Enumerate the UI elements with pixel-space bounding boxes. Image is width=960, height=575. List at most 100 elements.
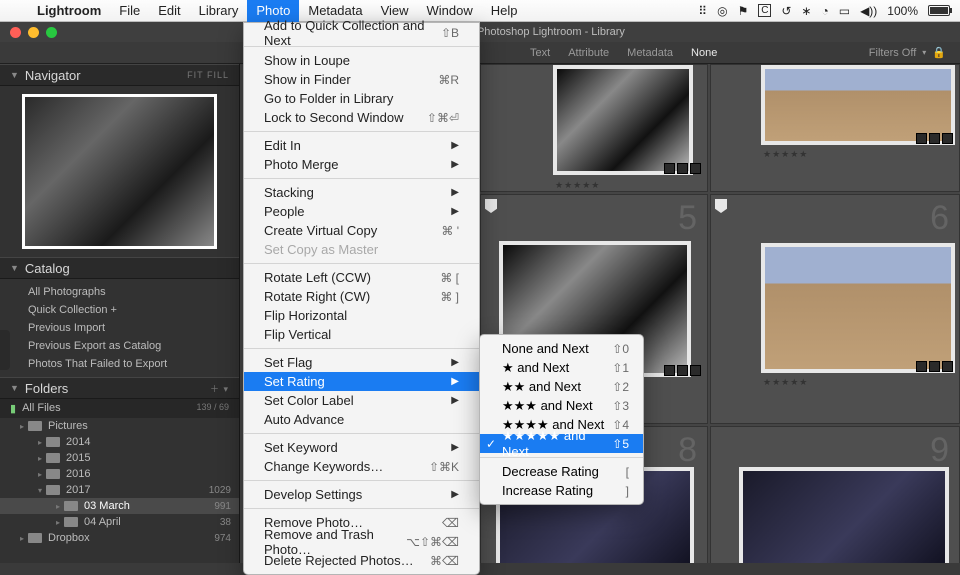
volume-all-files[interactable]: ▮ All Files 139 / 69 <box>0 399 239 418</box>
menu-item[interactable]: Rotate Left (CCW)⌘ [ <box>244 268 479 287</box>
grid-cell[interactable]: 9 <box>710 426 960 563</box>
submenu-item[interactable]: None and Next⇧0 <box>480 339 643 358</box>
menu-edit[interactable]: Edit <box>149 0 189 22</box>
app-name[interactable]: Lightroom <box>28 3 110 18</box>
battery-icon[interactable] <box>928 5 950 16</box>
disclosure-icon[interactable]: ▸ <box>38 454 42 463</box>
submenu-item[interactable]: ★★★★★ and Next⇧5 <box>480 434 643 453</box>
folder-row[interactable]: ▸03 March991 <box>0 498 239 514</box>
display-icon[interactable]: ▭ <box>839 4 850 18</box>
c-icon[interactable]: C <box>758 4 771 17</box>
disclosure-icon[interactable]: ▸ <box>20 534 24 543</box>
rating-stars[interactable]: ★★★★★ <box>763 149 808 160</box>
chevron-down-icon[interactable]: ▾ <box>922 48 926 57</box>
minimize-icon[interactable] <box>28 27 39 38</box>
menu-item[interactable]: Set Color Label▶ <box>244 391 479 410</box>
filters-off-label[interactable]: Filters Off <box>869 47 916 59</box>
rating-stars[interactable]: ★★★★★ <box>763 377 808 388</box>
menu-item[interactable]: Photo Merge▶ <box>244 155 479 174</box>
thumb-badges[interactable] <box>916 133 953 144</box>
menu-item[interactable]: Stacking▶ <box>244 183 479 202</box>
submenu-item[interactable]: ★★★ and Next⇧3 <box>480 396 643 415</box>
catalog-item[interactable]: Quick Collection + <box>0 301 239 319</box>
folder-row[interactable]: ▸2015 <box>0 450 239 466</box>
navigator-preview[interactable] <box>22 94 217 249</box>
disclosure-icon[interactable]: ▸ <box>38 438 42 447</box>
menu-item[interactable]: Create Virtual Copy⌘ ' <box>244 221 479 240</box>
menu-library[interactable]: Library <box>190 0 248 22</box>
filter-metadata[interactable]: Metadata <box>627 47 673 59</box>
submenu-item[interactable]: Increase Rating] <box>480 481 643 500</box>
menu-item[interactable]: Develop Settings▶ <box>244 485 479 504</box>
thumb-badges[interactable] <box>664 365 701 376</box>
menu-item[interactable]: Show in Loupe <box>244 51 479 70</box>
menu-item[interactable]: Lock to Second Window⇧⌘⏎ <box>244 108 479 127</box>
disclosure-icon[interactable]: ▸ <box>56 518 60 527</box>
flag-icon[interactable] <box>485 199 497 213</box>
menu-file[interactable]: File <box>110 0 149 22</box>
menu-item[interactable]: Flip Horizontal <box>244 306 479 325</box>
submenu-item[interactable]: ★ and Next⇧1 <box>480 358 643 377</box>
navigator-tools[interactable]: FIT FILL <box>187 70 229 80</box>
grid-cell[interactable]: ★★★★★ <box>710 64 960 192</box>
thumb-badges[interactable] <box>916 361 953 372</box>
menu-item[interactable]: Auto Advance <box>244 410 479 429</box>
submenu-item[interactable]: ★★ and Next⇧2 <box>480 377 643 396</box>
disclosure-icon[interactable]: ▸ <box>20 422 24 431</box>
catalog-item[interactable]: All Photographs <box>0 283 239 301</box>
menu-item[interactable]: Edit In▶ <box>244 136 479 155</box>
folder-row[interactable]: ▸Dropbox974 <box>0 530 239 546</box>
menu-help[interactable]: Help <box>482 0 527 22</box>
catalog-item[interactable]: Previous Import <box>0 319 239 337</box>
flag-icon[interactable] <box>715 199 727 213</box>
wifi-icon[interactable]: ◔ <box>821 4 828 18</box>
filter-attribute[interactable]: Attribute <box>568 47 609 59</box>
menu-item[interactable]: Set Rating▶ <box>244 372 479 391</box>
thumb-badges[interactable] <box>664 163 701 174</box>
folder-row[interactable]: ▾20171029 <box>0 482 239 498</box>
dropbox-icon[interactable]: ⠿ <box>698 4 707 18</box>
disclosure-icon[interactable]: ▾ <box>38 486 42 495</box>
folder-row[interactable]: ▸2016 <box>0 466 239 482</box>
filter-text[interactable]: Text <box>530 47 550 59</box>
thumbnail[interactable] <box>739 467 949 563</box>
menu-item[interactable]: Flip Vertical <box>244 325 479 344</box>
menu-item[interactable]: People▶ <box>244 202 479 221</box>
menu-item[interactable]: Add to Quick Collection and Next⇧B <box>244 23 479 42</box>
grid-cell[interactable]: ★★★★★ <box>480 64 708 192</box>
zoom-icon[interactable] <box>46 27 57 38</box>
thumbnail[interactable] <box>553 65 693 175</box>
navigator-panel-header[interactable]: ▼ Navigator FIT FILL <box>0 64 239 86</box>
menu-item[interactable]: Delete Rejected Photos…⌘⌫ <box>244 551 479 570</box>
catalog-panel-header[interactable]: ▼ Catalog <box>0 257 239 279</box>
disclosure-icon[interactable]: ▸ <box>38 470 42 479</box>
cc-icon[interactable]: ◎ <box>717 4 727 18</box>
close-icon[interactable] <box>10 27 21 38</box>
menu-item[interactable]: Go to Folder in Library <box>244 89 479 108</box>
menu-item[interactable]: Remove and Trash Photo…⌥⇧⌘⌫ <box>244 532 479 551</box>
filter-none[interactable]: None <box>691 47 717 59</box>
folder-row[interactable]: ▸04 April38 <box>0 514 239 530</box>
menu-item[interactable]: Set Flag▶ <box>244 353 479 372</box>
add-icon[interactable]: ＋ ▾ <box>210 382 229 395</box>
timemachine-icon[interactable]: ↺ <box>781 4 791 18</box>
volume-icon[interactable]: ◀)) <box>860 4 877 18</box>
submenu-item[interactable]: Decrease Rating[ <box>480 462 643 481</box>
flame-icon[interactable]: ⚑ <box>738 4 749 18</box>
menu-item[interactable]: Rotate Right (CW)⌘ ] <box>244 287 479 306</box>
folders-panel-header[interactable]: ▼ Folders ＋ ▾ <box>0 377 239 399</box>
grid-cell[interactable]: 6★★★★★ <box>710 194 960 424</box>
folder-row[interactable]: ▸2014 <box>0 434 239 450</box>
menu-item[interactable]: Change Keywords…⇧⌘K <box>244 457 479 476</box>
menu-item[interactable]: Show in Finder⌘R <box>244 70 479 89</box>
panel-collapse-handle[interactable] <box>0 330 10 370</box>
catalog-item[interactable]: Photos That Failed to Export <box>0 355 239 373</box>
folder-row[interactable]: ▸Pictures <box>0 418 239 434</box>
lock-icon[interactable]: 🔒 <box>932 46 946 59</box>
catalog-item[interactable]: Previous Export as Catalog <box>0 337 239 355</box>
disclosure-icon[interactable]: ▸ <box>56 502 60 511</box>
thumbnail[interactable] <box>761 243 955 373</box>
menu-item[interactable]: Set Keyword▶ <box>244 438 479 457</box>
bluetooth-icon[interactable]: ∗ <box>801 4 811 18</box>
rating-stars[interactable]: ★★★★★ <box>555 180 600 191</box>
